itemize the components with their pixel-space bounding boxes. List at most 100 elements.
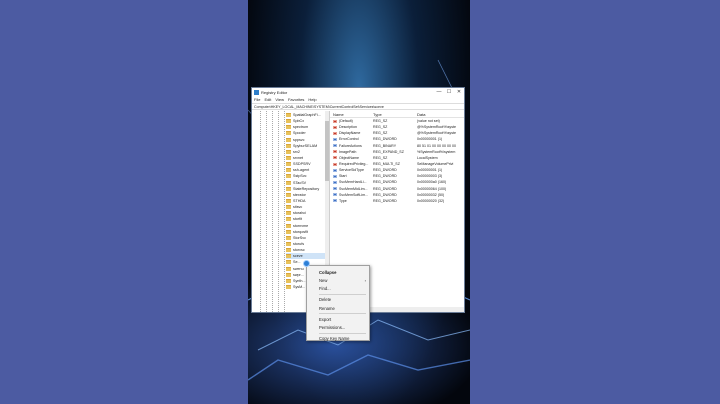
tree-item-label: storufs xyxy=(293,242,305,247)
folder-icon xyxy=(286,278,291,283)
tree-item-label: SpatialGraphFi... xyxy=(293,113,321,118)
context-menu-label: Find... xyxy=(319,286,331,292)
context-menu-item-collapse[interactable]: Collapse xyxy=(307,268,369,276)
tree-guide-line xyxy=(266,111,267,312)
tree-item-label: STHDA xyxy=(293,199,306,204)
folder-icon xyxy=(286,266,291,271)
menu-file[interactable]: File xyxy=(254,97,260,102)
tree-item-label: swenu xyxy=(293,266,304,271)
folder-icon xyxy=(286,192,291,197)
tree-item-label: storqosflt xyxy=(293,229,308,234)
value-name: ErrorControl xyxy=(339,137,359,142)
folder-icon xyxy=(286,285,291,289)
binary-value-icon xyxy=(333,180,337,184)
folder-icon xyxy=(286,137,291,142)
maximize-button[interactable]: ☐ xyxy=(444,89,454,95)
value-data: 0x00000001 (1) xyxy=(417,168,443,173)
value-name: DisplayName xyxy=(339,131,361,136)
tree-scroll-thumb[interactable] xyxy=(325,121,329,181)
folder-icon xyxy=(286,149,291,154)
context-menu-label: Copy Key Name xyxy=(319,336,350,342)
value-row[interactable]: Type REG_DWORD 0x00000020 (32) xyxy=(330,198,464,204)
context-menu-label: Permissions... xyxy=(319,325,346,331)
tree-item-label: srv2 xyxy=(293,149,300,154)
menu-edit[interactable]: Edit xyxy=(264,97,271,102)
left-background xyxy=(0,0,248,404)
context-menu-item-delete[interactable]: Delete xyxy=(307,296,369,304)
value-name: RequiredPrivileg... xyxy=(339,162,369,167)
folder-icon xyxy=(286,199,291,204)
tree-item-label: Synth... xyxy=(293,278,306,283)
tree-item-label: STacSV xyxy=(293,180,307,185)
close-button[interactable]: ✕ xyxy=(454,89,464,95)
context-menu-item-rename[interactable]: Rename xyxy=(307,304,369,312)
value-data: 0x00000001 (1) xyxy=(417,137,443,142)
folder-icon xyxy=(286,156,291,161)
folder-icon xyxy=(286,260,291,265)
string-value-icon xyxy=(333,156,337,160)
value-type: REG_MULTI_SZ xyxy=(373,162,400,167)
tree-guide-line xyxy=(260,111,261,312)
value-name: SvcMemSoftLim... xyxy=(339,192,369,197)
value-name-cell: ObjectName xyxy=(330,156,373,160)
tree-item-label: stisvc xyxy=(293,205,303,210)
folder-icon xyxy=(286,119,291,124)
value-data: LocalSystem xyxy=(417,155,438,160)
folder-icon xyxy=(286,180,291,185)
context-menu-item-copy-key-name[interactable]: Copy Key Name xyxy=(307,335,369,343)
value-name: ImagePath xyxy=(339,149,357,154)
binary-value-icon xyxy=(333,193,337,197)
value-name-cell: SvcMemSoftLim... xyxy=(330,193,373,197)
context-menu-item-permissions[interactable]: Permissions... xyxy=(307,324,369,332)
context-menu-item-export[interactable]: Export xyxy=(307,315,369,323)
string-value-icon xyxy=(333,119,337,123)
tree-item-label: stornvme xyxy=(293,223,309,228)
menu-view[interactable]: View xyxy=(275,97,284,102)
column-data[interactable]: Data xyxy=(417,112,425,117)
binary-value-icon xyxy=(333,137,337,141)
folder-icon xyxy=(286,217,291,222)
address-bar[interactable]: Computer\HKEY_LOCAL_MACHINE\SYSTEM\Curre… xyxy=(252,103,464,110)
value-data: 0x000000a0 (160) xyxy=(417,180,447,185)
tree-item-label: SstpSvc xyxy=(293,174,307,179)
value-name: ServiceSidType xyxy=(339,168,364,173)
tree-guide-line xyxy=(278,111,279,312)
folder-icon xyxy=(286,242,291,247)
menu-favorites[interactable]: Favorites xyxy=(288,97,304,102)
folder-icon xyxy=(286,125,291,130)
folder-icon xyxy=(286,254,291,259)
tree-item-label: StorSvc xyxy=(293,235,306,240)
value-name: Type xyxy=(339,198,347,203)
tree-item-label: SpyburSELAM xyxy=(293,143,318,148)
value-type: REG_DWORD xyxy=(373,198,397,203)
tree-item-label: sppsvc xyxy=(293,137,305,142)
submenu-arrow-icon: › xyxy=(364,278,366,284)
value-name-cell: Start xyxy=(330,174,373,178)
tree-item-label: storahci xyxy=(293,211,306,216)
menu-help[interactable]: Help xyxy=(308,97,316,102)
folder-icon xyxy=(286,131,291,136)
string-value-icon xyxy=(333,150,337,154)
column-name[interactable]: Name xyxy=(330,112,373,117)
value-name-cell: ServiceSidType xyxy=(330,168,373,172)
folder-icon xyxy=(286,162,291,167)
context-menu-item-new[interactable]: New › xyxy=(307,276,369,284)
minimize-button[interactable]: — xyxy=(434,89,444,95)
value-name: Start xyxy=(339,174,347,179)
tree-item-label: Se... xyxy=(293,260,301,265)
tree-item-label: storfit xyxy=(293,217,303,222)
folder-icon xyxy=(286,143,291,148)
tree-item-label: StateRepository xyxy=(293,186,320,191)
value-name-cell: Type xyxy=(330,199,373,203)
tree-item-label: swpr... xyxy=(293,272,304,277)
value-name-cell: RequiredPrivileg... xyxy=(330,162,373,166)
menu-bar: File Edit View Favorites Help xyxy=(252,96,464,103)
value-data: %SystemRoot%\system xyxy=(417,149,456,154)
registry-app-icon xyxy=(254,89,259,95)
value-type: REG_DWORD xyxy=(373,192,397,197)
value-name-cell: ErrorControl xyxy=(330,137,373,141)
value-type: REG_DWORD xyxy=(373,168,397,173)
column-type[interactable]: Type xyxy=(373,112,417,117)
context-menu-item-find[interactable]: Find... xyxy=(307,285,369,293)
value-type: REG_BINARY xyxy=(373,143,397,148)
